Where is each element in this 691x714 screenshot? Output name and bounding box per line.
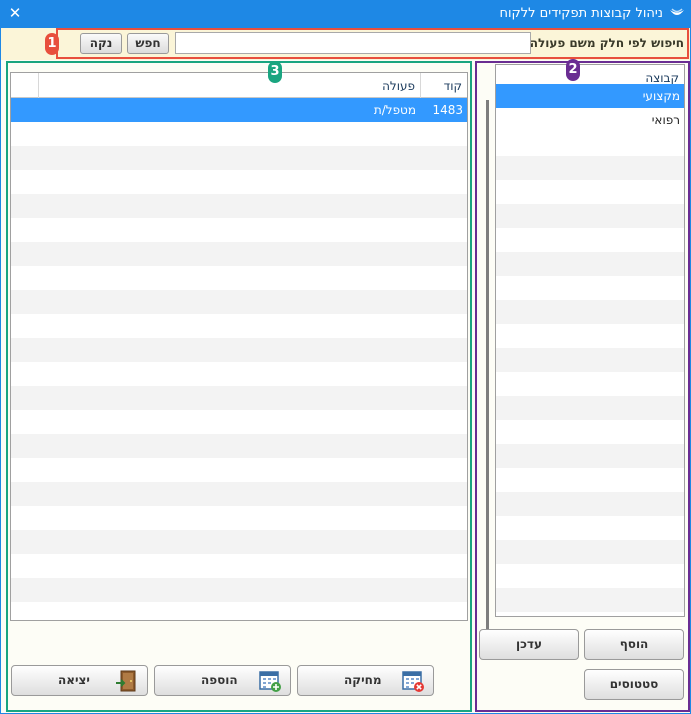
empty-row <box>11 194 467 218</box>
add-action-label: הוספה <box>201 673 238 687</box>
empty-row <box>11 602 467 620</box>
search-input[interactable] <box>175 32 531 54</box>
empty-row <box>496 132 684 156</box>
empty-row <box>496 300 684 324</box>
empty-row <box>11 266 467 290</box>
empty-row <box>11 578 467 602</box>
empty-row <box>496 588 684 612</box>
empty-row <box>496 516 684 540</box>
annotation-marker-3: 3 <box>268 61 282 83</box>
empty-row <box>496 228 684 252</box>
app-logo-icon <box>670 8 684 15</box>
empty-row <box>496 180 684 204</box>
empty-row <box>496 348 684 372</box>
empty-row <box>496 564 684 588</box>
actions-grid[interactable]: קוד פעולה 1483 מטפל/ת <box>10 72 468 621</box>
exit-door-icon <box>116 670 136 692</box>
empty-row <box>11 506 467 530</box>
empty-row <box>496 444 684 468</box>
close-icon[interactable]: ✕ <box>6 4 24 22</box>
empty-row <box>11 338 467 362</box>
groups-scrollbar[interactable] <box>486 100 489 630</box>
empty-row <box>496 156 684 180</box>
group-row[interactable]: רפואי <box>496 108 684 132</box>
empty-row <box>496 324 684 348</box>
empty-row <box>11 482 467 506</box>
delete-button[interactable]: מחיקה <box>297 665 434 696</box>
empty-row <box>11 410 467 434</box>
empty-row <box>496 420 684 444</box>
empty-row <box>11 218 467 242</box>
exit-button[interactable]: יציאה <box>11 665 148 696</box>
empty-row <box>496 204 684 228</box>
empty-row <box>11 122 467 146</box>
group-name: מקצועי <box>642 89 680 103</box>
groups-grid[interactable]: קבוצה מקצועי רפואי <box>495 64 685 617</box>
empty-row <box>11 242 467 266</box>
group-name: רפואי <box>651 113 680 127</box>
empty-row <box>11 530 467 554</box>
exit-label: יציאה <box>58 673 90 687</box>
column-header-action[interactable]: פעולה <box>38 73 420 98</box>
action-row[interactable]: 1483 מטפל/ת <box>11 98 467 122</box>
delete-label: מחיקה <box>344 673 382 687</box>
add-action-button[interactable]: הוספה <box>154 665 291 696</box>
empty-row <box>11 458 467 482</box>
search-strip: חיפוש לפי חלק משם פעולה חפש נקה <box>1 28 690 60</box>
update-group-label: עדכן <box>516 637 542 651</box>
empty-row <box>11 146 467 170</box>
empty-row <box>496 372 684 396</box>
search-label: חיפוש לפי חלק משם פעולה <box>529 36 684 50</box>
empty-row <box>496 252 684 276</box>
statuses-label: סטטוסים <box>609 677 659 691</box>
empty-row <box>11 314 467 338</box>
empty-row <box>496 492 684 516</box>
column-header-code[interactable]: קוד <box>420 73 467 98</box>
empty-row <box>496 276 684 300</box>
calendar-add-icon <box>259 671 281 692</box>
annotation-marker-1: 1 <box>45 33 59 55</box>
empty-row <box>11 170 467 194</box>
window-client: חיפוש לפי חלק משם פעולה חפש נקה קבוצה מק… <box>0 28 691 714</box>
statuses-button[interactable]: סטטוסים <box>584 669 684 700</box>
group-row[interactable]: מקצועי <box>496 84 684 108</box>
empty-row <box>11 290 467 314</box>
calendar-delete-icon <box>402 671 424 692</box>
action-code: 1483 <box>432 103 463 117</box>
add-group-button[interactable]: הוסף <box>584 629 684 660</box>
column-header-blank <box>11 73 38 98</box>
empty-row <box>496 540 684 564</box>
add-group-label: הוסף <box>619 637 649 651</box>
title-bar: ✕ ניהול קבוצות תפקידים ללקוח <box>0 0 691 28</box>
empty-row <box>11 386 467 410</box>
empty-row <box>11 554 467 578</box>
empty-row <box>496 468 684 492</box>
update-group-button[interactable]: עדכן <box>479 629 579 660</box>
search-button[interactable]: חפש <box>127 33 169 54</box>
empty-row <box>496 396 684 420</box>
empty-row <box>11 434 467 458</box>
clear-button[interactable]: נקה <box>80 33 122 54</box>
window-title: ניהול קבוצות תפקידים ללקוח <box>499 6 663 21</box>
actions-grid-header: קוד פעולה <box>11 73 467 98</box>
empty-row <box>11 362 467 386</box>
annotation-marker-2: 2 <box>566 59 580 81</box>
action-name: מטפל/ת <box>373 103 416 117</box>
